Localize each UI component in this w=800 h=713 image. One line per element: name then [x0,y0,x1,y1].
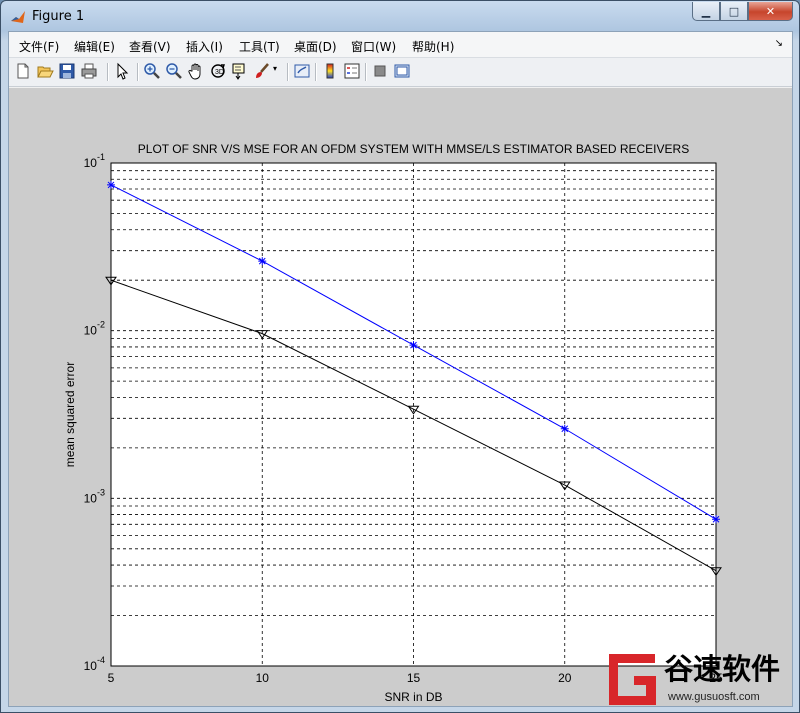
menu-bar: 文件(F) 编辑(E) 查看(V) 插入(I) 工具(T) 桌面(D) 窗口(W… [9,32,792,58]
zoom-out-icon[interactable] [165,62,183,80]
minimize-button[interactable]: ▁ [692,2,720,21]
save-icon[interactable] [58,62,76,80]
toolbar-separator [107,63,109,81]
y-tick-label: 10-3 [84,487,105,505]
minimize-icon: ▁ [701,4,711,18]
watermark-url: www.gusuosft.com [667,691,760,703]
series-1-marker [107,180,115,189]
toolbar-separator [315,63,317,81]
menu-tools[interactable]: 工具(T) [239,38,280,55]
open-file-icon[interactable] [36,62,54,80]
maximize-icon: □ [728,4,740,18]
watermark-logo-icon [609,654,656,705]
brush-icon[interactable] [253,62,271,80]
client-area: 文件(F) 编辑(E) 查看(V) 插入(I) 工具(T) 桌面(D) 窗口(W… [8,31,793,707]
x-tick-label: 10 [256,671,270,685]
y-tick-label: 10-4 [84,655,105,673]
menu-file[interactable]: 文件(F) [19,38,59,55]
hide-plot-tools-icon[interactable] [371,62,389,80]
watermark: 谷速软件 www.gusuosft.com [609,653,780,705]
series-1-marker [560,424,569,433]
menu-window[interactable]: 窗口(W) [351,38,396,55]
menu-edit[interactable]: 编辑(E) [74,38,115,55]
series-1-marker [409,341,418,350]
data-cursor-icon[interactable] [231,62,249,80]
menu-insert[interactable]: 插入(I) [186,38,223,55]
y-tick-label: 10-1 [84,152,105,170]
window-title: Figure 1 [32,9,85,24]
title-bar[interactable]: Figure 1 ▁ □ ✕ [1,1,799,31]
brush-dropdown-icon[interactable]: ▾ [273,64,281,82]
x-axis-label: SNR in DB [384,690,442,704]
figure-canvas: 5 10 15 20 25 10-1 10-2 10-3 10-4 PLOT OF SNR V/… [9,88,792,706]
maximize-button[interactable]: □ [720,2,748,21]
toolbar-separator [137,63,139,81]
close-icon: ✕ [765,4,776,18]
chart-title: PLOT OF SNR V/S MSE FOR AN OFDM SYSTEM W… [138,142,689,156]
figure-window: Figure 1 ▁ □ ✕ 文件(F) 编辑(E) 查看(V) 插入(I) 工… [0,0,800,713]
x-tick-label: 5 [108,671,115,685]
colorbar-icon[interactable] [321,62,339,80]
menu-view[interactable]: 查看(V) [129,38,171,55]
y-axis-label: mean squared error [63,362,77,467]
menu-desktop[interactable]: 桌面(D) [294,38,337,55]
zoom-in-icon[interactable] [143,62,161,80]
pan-icon[interactable] [187,62,205,80]
chart: 5 10 15 20 2510-110-210-310-4 PLOT OF SNR V/… [63,142,780,705]
y-tick-label: 10-2 [84,320,105,338]
toolbar-separator [287,63,289,81]
watermark-brand: 谷速软件 [664,653,780,686]
menu-overflow-icon[interactable]: ↘ [775,38,783,49]
x-tick-label: 20 [558,671,572,685]
pointer-icon[interactable] [113,62,131,80]
x-tick-label: 15 [407,671,421,685]
link-icon[interactable] [293,62,311,80]
print-icon[interactable] [80,62,98,80]
legend-icon[interactable] [343,62,361,80]
new-figure-icon[interactable] [14,62,32,80]
toolbar-separator [365,63,367,81]
rotate-3d-icon[interactable]: 3D [209,62,227,80]
series-1-marker [712,515,720,524]
svg-text:3D: 3D [215,69,224,76]
figure-toolbar: 3D ▾ [9,58,792,87]
matlab-app-icon [11,11,25,23]
series-1-marker [258,257,267,266]
close-button[interactable]: ✕ [748,2,793,21]
show-plot-tools-icon[interactable] [393,62,411,80]
menu-help[interactable]: 帮助(H) [412,38,454,55]
